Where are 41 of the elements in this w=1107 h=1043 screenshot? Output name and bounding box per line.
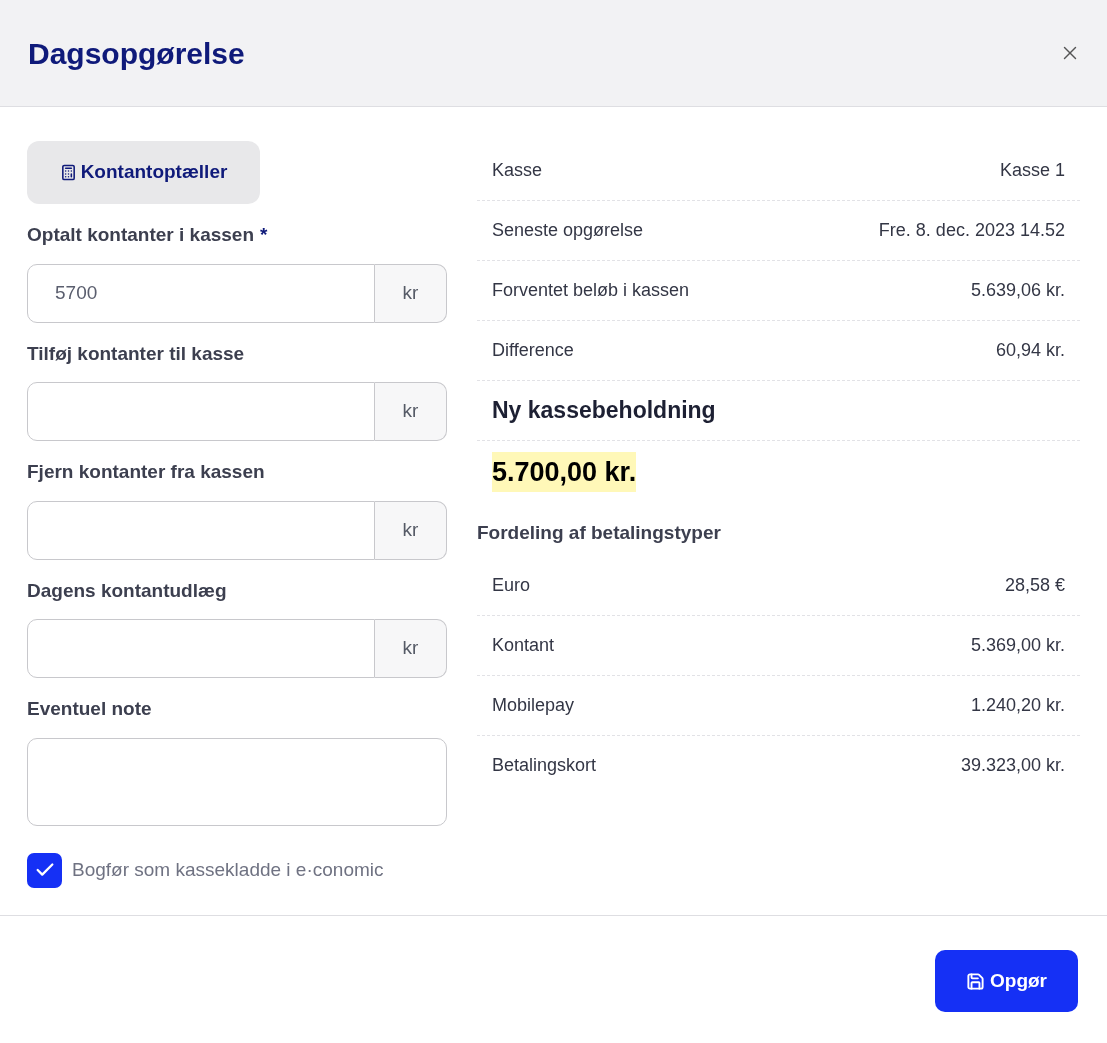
row-value: Kasse 1	[999, 159, 1065, 182]
row-value: 1.240,20 kr.	[970, 693, 1065, 717]
unit-label: kr	[375, 619, 447, 678]
row-value: 5.639,06 kr.	[970, 279, 1065, 302]
row-value: 28,58 €	[1004, 573, 1065, 597]
row-label: Seneste opgørelse	[492, 219, 644, 242]
field-label: Fjern kontanter fra kassen	[27, 460, 265, 484]
row-label: Kontant	[492, 633, 555, 657]
row-label: Euro	[492, 573, 531, 597]
unit-label: kr	[375, 382, 447, 441]
field-label: Dagens kontantudlæg	[27, 578, 227, 603]
row-label: Mobilepay	[492, 693, 575, 717]
unit-label: kr	[375, 500, 447, 560]
checkbox[interactable]	[27, 852, 62, 888]
row-value: 60,94 kr.	[995, 339, 1065, 362]
amount-field[interactable]	[27, 500, 375, 560]
required-mark: *	[260, 223, 268, 247]
unit-label: kr	[375, 263, 447, 323]
row-label: Forventet beløb i kassen	[492, 279, 690, 302]
note-field[interactable]	[27, 737, 447, 826]
field-label: Tilføj kontanter til kasse	[27, 341, 245, 366]
row-label: Kasse	[492, 159, 543, 182]
payment-types-heading: Fordeling af betalingstyper	[477, 521, 722, 545]
row-label: Betalingskort	[492, 754, 597, 777]
row-value: 5.369,00 kr.	[970, 633, 1065, 657]
row-value: Fre. 8. dec. 2023 14.52	[878, 219, 1065, 242]
amount-field[interactable]	[27, 382, 375, 441]
section-heading: Ny kassebeholdning	[492, 396, 716, 426]
calculator-icon	[59, 164, 77, 181]
row-label: Difference	[492, 339, 574, 362]
row-value: 39.323,00 kr.	[960, 754, 1065, 777]
submit-button[interactable]: Opgør	[935, 950, 1078, 1012]
save-icon	[966, 971, 985, 991]
amount-field[interactable]: 5700	[27, 263, 375, 323]
amount-field[interactable]	[27, 619, 375, 678]
dialog-title: Dagsopgørelse	[28, 35, 245, 72]
cash-counter-button[interactable]: Kontantoptæller	[27, 141, 260, 204]
balance-amount: 5.700,00 kr.	[492, 451, 637, 493]
field-label: Optalt kontanter i kassen	[27, 223, 254, 247]
checkbox-label: Bogfør som kassekladde i e·conomic	[72, 857, 384, 882]
field-label: Eventuel note	[27, 697, 152, 721]
